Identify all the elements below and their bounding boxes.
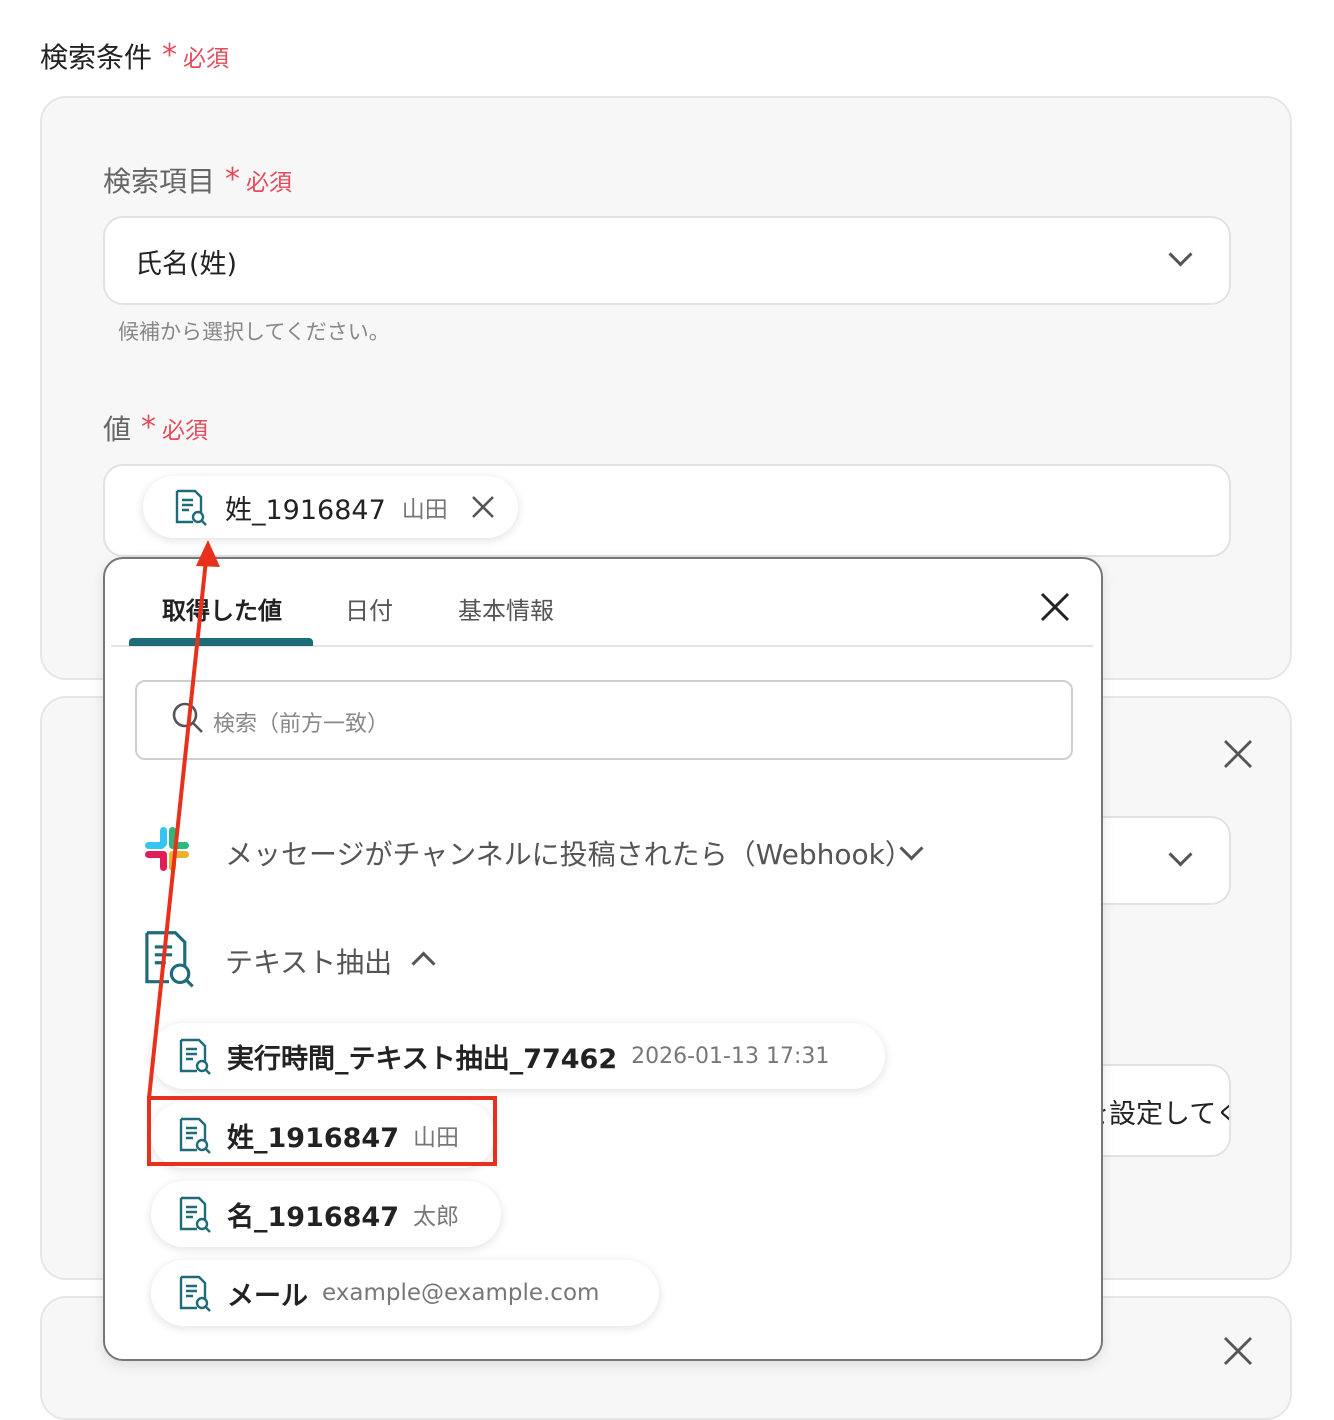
picker-search-input[interactable]: 検索（前方一致）	[135, 680, 1073, 760]
search-item-helper: 候補から選択してください。	[118, 320, 390, 344]
active-tab-underline	[129, 638, 313, 646]
text-extract-icon	[179, 1196, 211, 1233]
chevron-down-icon	[1168, 842, 1193, 867]
value-chip[interactable]: 姓_1916847 山田	[143, 476, 518, 538]
slack-icon	[145, 827, 189, 871]
panel2-input-text: を設定してく	[1082, 1099, 1231, 1130]
close-icon[interactable]	[1039, 591, 1071, 623]
text-extract-icon	[175, 489, 207, 526]
list-item[interactable]: 実行時間_テキスト抽出_77462 2026-01-13 17:31	[151, 1023, 885, 1089]
text-extract-icon	[179, 1038, 211, 1075]
tab-date[interactable]: 日付	[345, 591, 393, 626]
list-item[interactable]: 名_1916847 太郎	[151, 1181, 501, 1247]
value-picker-dropdown: 取得した値 日付 基本情報 検索（前方一致） メッセージがチャンネルに投稿された…	[103, 557, 1103, 1361]
search-icon	[172, 702, 203, 733]
remove-chip-icon[interactable]	[470, 494, 496, 520]
item-name: 名_1916847	[227, 1201, 400, 1233]
section-title-text: 検索条件	[40, 41, 153, 74]
group-title-slack[interactable]: メッセージがチャンネルに投稿されたら（Webhook）	[225, 833, 913, 873]
required-badge: * 必須	[162, 38, 230, 73]
required-badge: * 必須	[225, 162, 293, 197]
group-title-text-extract[interactable]: テキスト抽出	[225, 941, 392, 981]
text-extract-icon	[145, 931, 194, 988]
search-item-label: 検索項目 * 必須	[103, 162, 293, 199]
value-label: 値 * 必須	[103, 410, 209, 447]
highlight-box	[147, 1096, 497, 1166]
chevron-up-icon[interactable]	[411, 951, 436, 976]
section-title: 検索条件 * 必須	[40, 36, 229, 76]
item-name: メール	[227, 1280, 308, 1312]
tab-basic-info[interactable]: 基本情報	[458, 591, 554, 626]
search-placeholder: 検索（前方一致）	[213, 712, 390, 737]
list-item[interactable]: メール example@example.com	[151, 1260, 659, 1326]
chevron-down-icon	[1168, 242, 1193, 267]
search-item-select[interactable]: 氏名(姓)	[103, 216, 1231, 305]
text-extract-icon	[179, 1275, 211, 1312]
tab-acquired-values[interactable]: 取得した値	[162, 591, 282, 626]
close-icon[interactable]	[1223, 739, 1253, 769]
close-icon[interactable]	[1223, 1336, 1253, 1366]
chip-name: 姓_1916847	[225, 494, 386, 526]
item-value: 太郎	[413, 1204, 460, 1230]
chip-value: 山田	[401, 497, 448, 523]
required-badge: * 必須	[141, 410, 209, 445]
search-item-selected-value: 氏名(姓)	[135, 249, 238, 280]
item-name: 実行時間_テキスト抽出_77462	[227, 1043, 618, 1075]
item-value: 2026-01-13 17:31	[631, 1043, 830, 1069]
item-value: example@example.com	[322, 1280, 600, 1306]
